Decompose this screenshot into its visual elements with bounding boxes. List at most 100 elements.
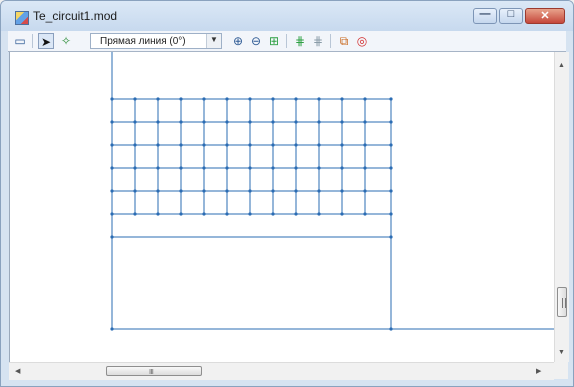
circuit-node[interactable] xyxy=(179,189,183,193)
circuit-node[interactable] xyxy=(179,166,183,170)
drawing-canvas[interactable] xyxy=(9,52,555,362)
circuit-node[interactable] xyxy=(110,97,114,101)
circuit-node[interactable] xyxy=(225,189,229,193)
circuit-node[interactable] xyxy=(248,97,252,101)
circuit-node[interactable] xyxy=(133,166,137,170)
circuit-node[interactable] xyxy=(156,189,160,193)
circuit-node[interactable] xyxy=(317,97,321,101)
circuit-node[interactable] xyxy=(202,97,206,101)
circuit-drawing[interactable] xyxy=(10,52,555,362)
vertical-scrollbar[interactable]: ▲ ▼ xyxy=(554,52,569,362)
circuit-node[interactable] xyxy=(389,189,393,193)
circuit-node[interactable] xyxy=(294,212,298,216)
title-bar[interactable]: Te_circuit1.mod — □ ✕ xyxy=(1,1,573,31)
minimize-button[interactable]: — xyxy=(473,8,497,24)
line-mode-select[interactable]: Прямая линия (0°) ▼ xyxy=(90,33,222,49)
circuit-node[interactable] xyxy=(156,166,160,170)
circuit-node[interactable] xyxy=(225,166,229,170)
circuit-node[interactable] xyxy=(225,120,229,124)
circuit-node[interactable] xyxy=(179,120,183,124)
circuit-node[interactable] xyxy=(248,166,252,170)
circuit-node[interactable] xyxy=(110,120,114,124)
circuit-node[interactable] xyxy=(389,235,393,239)
circuit-node[interactable] xyxy=(389,143,393,147)
circuit-node[interactable] xyxy=(294,143,298,147)
circuit-node[interactable] xyxy=(248,212,252,216)
grid-nodes-icon[interactable]: ⋕ xyxy=(292,33,308,49)
copy-icon[interactable]: ⧉ xyxy=(336,33,352,49)
circuit-node[interactable] xyxy=(202,143,206,147)
circuit-node[interactable] xyxy=(317,166,321,170)
circuit-node[interactable] xyxy=(133,189,137,193)
circuit-node[interactable] xyxy=(179,143,183,147)
circuit-node[interactable] xyxy=(363,189,367,193)
circuit-node[interactable] xyxy=(389,327,393,331)
circuit-node[interactable] xyxy=(340,212,344,216)
circuit-node[interactable] xyxy=(294,120,298,124)
circuit-node[interactable] xyxy=(340,143,344,147)
circuit-node[interactable] xyxy=(317,143,321,147)
scroll-down-icon[interactable]: ▼ xyxy=(558,349,565,356)
maximize-button[interactable]: □ xyxy=(499,8,523,24)
circuit-node[interactable] xyxy=(110,166,114,170)
magic-wand-icon[interactable]: ✧ xyxy=(58,33,74,49)
circuit-node[interactable] xyxy=(248,143,252,147)
circuit-node[interactable] xyxy=(248,120,252,124)
circuit-node[interactable] xyxy=(317,189,321,193)
circuit-node[interactable] xyxy=(340,97,344,101)
circuit-node[interactable] xyxy=(179,97,183,101)
circuit-node[interactable] xyxy=(202,166,206,170)
circuit-node[interactable] xyxy=(363,120,367,124)
zoom-in-icon[interactable]: ⊕ xyxy=(230,33,246,49)
circuit-node[interactable] xyxy=(133,212,137,216)
circuit-node[interactable] xyxy=(363,143,367,147)
circuit-node[interactable] xyxy=(271,143,275,147)
vertical-scroll-thumb[interactable] xyxy=(557,287,567,317)
circuit-node[interactable] xyxy=(202,120,206,124)
resize-grip[interactable] xyxy=(554,362,568,379)
circuit-node[interactable] xyxy=(389,166,393,170)
properties-icon[interactable]: ▭ xyxy=(12,33,28,49)
circuit-node[interactable] xyxy=(156,143,160,147)
circuit-node[interactable] xyxy=(110,235,114,239)
circuit-node[interactable] xyxy=(317,120,321,124)
circuit-node[interactable] xyxy=(271,166,275,170)
circuit-node[interactable] xyxy=(294,189,298,193)
scroll-up-icon[interactable]: ▲ xyxy=(558,62,565,69)
circuit-node[interactable] xyxy=(294,166,298,170)
circuit-node[interactable] xyxy=(340,120,344,124)
circuit-node[interactable] xyxy=(294,97,298,101)
close-button[interactable]: ✕ xyxy=(525,8,565,24)
horizontal-scrollbar[interactable]: ◀ Ⅲ ▶ xyxy=(9,362,554,380)
circuit-node[interactable] xyxy=(110,327,114,331)
circuit-node[interactable] xyxy=(389,212,393,216)
zoom-fit-icon[interactable]: ⊞ xyxy=(266,33,282,49)
circuit-node[interactable] xyxy=(156,97,160,101)
circuit-node[interactable] xyxy=(271,189,275,193)
circuit-node[interactable] xyxy=(133,143,137,147)
circuit-node[interactable] xyxy=(202,189,206,193)
circuit-node[interactable] xyxy=(271,97,275,101)
circuit-node[interactable] xyxy=(133,97,137,101)
circuit-node[interactable] xyxy=(110,212,114,216)
target-icon[interactable]: ◎ xyxy=(354,33,370,49)
select-arrow-icon[interactable]: ➤ xyxy=(38,33,54,49)
circuit-node[interactable] xyxy=(340,166,344,170)
circuit-node[interactable] xyxy=(202,212,206,216)
circuit-node[interactable] xyxy=(156,120,160,124)
circuit-node[interactable] xyxy=(110,143,114,147)
circuit-node[interactable] xyxy=(363,97,367,101)
circuit-node[interactable] xyxy=(225,143,229,147)
circuit-node[interactable] xyxy=(340,189,344,193)
circuit-node[interactable] xyxy=(179,212,183,216)
circuit-node[interactable] xyxy=(156,212,160,216)
scroll-left-icon[interactable]: ◀ xyxy=(15,367,20,375)
grid-disabled-icon[interactable]: ⋕ xyxy=(310,33,326,49)
circuit-node[interactable] xyxy=(317,212,321,216)
line-mode-dropdown-button[interactable]: ▼ xyxy=(206,34,221,48)
circuit-node[interactable] xyxy=(133,120,137,124)
circuit-node[interactable] xyxy=(271,212,275,216)
circuit-node[interactable] xyxy=(248,189,252,193)
circuit-node[interactable] xyxy=(110,189,114,193)
horizontal-scroll-thumb[interactable]: Ⅲ xyxy=(106,366,202,376)
